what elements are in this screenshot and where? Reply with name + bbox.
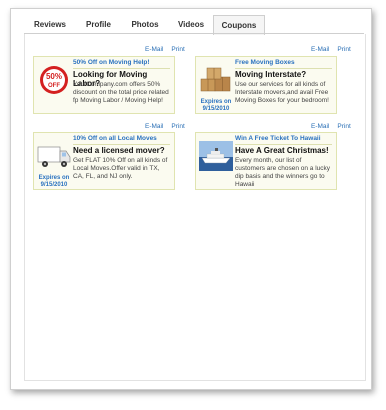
cruise-ship-icon	[199, 141, 233, 171]
coupon-title: 10% Off on all Local Moves	[73, 135, 157, 142]
coupon-card[interactable]: Expires on 9/15/2010 Free Moving Boxes M…	[195, 56, 337, 114]
expiry-date: Expires on 9/15/2010	[38, 175, 70, 188]
print-link[interactable]: Print	[171, 123, 184, 130]
coupon-description: Get FLAT 10% Off on all kinds of Local M…	[73, 157, 168, 180]
print-link[interactable]: Print	[337, 46, 350, 53]
coupon-card[interactable]: Expires on 9/15/2010 10% Off on all Loca…	[33, 132, 175, 190]
divider	[235, 68, 332, 69]
tab-coupons[interactable]: Coupons	[213, 15, 265, 35]
coupon-card[interactable]: Win A Free Ticket To Hawaii Have A Great…	[195, 132, 337, 190]
email-link[interactable]: E-Mail	[145, 123, 163, 130]
tab-reviews[interactable]: Reviews	[24, 15, 76, 34]
svg-text:OFF: OFF	[48, 83, 60, 89]
tab-bar: Reviews Profile Photos Videos Coupons	[24, 15, 364, 35]
coupon-title: Win A Free Ticket To Hawaii	[235, 135, 321, 142]
coupon-3-actions: E-Mail Print	[145, 123, 185, 130]
coupon-title: 50% Off on Moving Help!	[73, 59, 150, 66]
discount-badge-icon: 50% OFF	[37, 65, 71, 95]
print-link[interactable]: Print	[337, 123, 350, 130]
truck-icon	[37, 141, 71, 171]
expiry-date: Expires on 9/15/2010	[200, 99, 232, 112]
divider	[73, 144, 170, 145]
coupon-card[interactable]: 50% OFF 50% Off on Moving Help! Looking …	[33, 56, 175, 114]
coupon-heading: Need a licensed mover?	[73, 146, 165, 155]
tab-videos[interactable]: Videos	[169, 15, 213, 34]
coupon-2-actions: E-Mail Print	[311, 46, 351, 53]
svg-text:50%: 50%	[46, 72, 62, 81]
coupon-heading: Moving Interstate?	[235, 70, 307, 79]
coupon-description: Use our services for all kinds of Inters…	[235, 81, 329, 104]
coupon-description: YourCompany.com offers 50% discount on t…	[73, 81, 169, 104]
email-link[interactable]: E-Mail	[311, 123, 329, 130]
tab-profile[interactable]: Profile	[76, 15, 121, 34]
email-link[interactable]: E-Mail	[311, 46, 329, 53]
coupon-heading: Have A Great Christmas!	[235, 146, 329, 155]
coupon-4-actions: E-Mail Print	[311, 123, 351, 130]
email-link[interactable]: E-Mail	[145, 46, 163, 53]
coupon-1-actions: E-Mail Print	[145, 46, 185, 53]
tab-photos[interactable]: Photos	[121, 15, 169, 34]
boxes-icon	[199, 65, 233, 95]
divider	[235, 144, 332, 145]
coupon-description: Every month, our list of customers are c…	[235, 157, 331, 188]
divider	[73, 68, 170, 69]
print-link[interactable]: Print	[171, 46, 184, 53]
coupon-title: Free Moving Boxes	[235, 59, 295, 66]
